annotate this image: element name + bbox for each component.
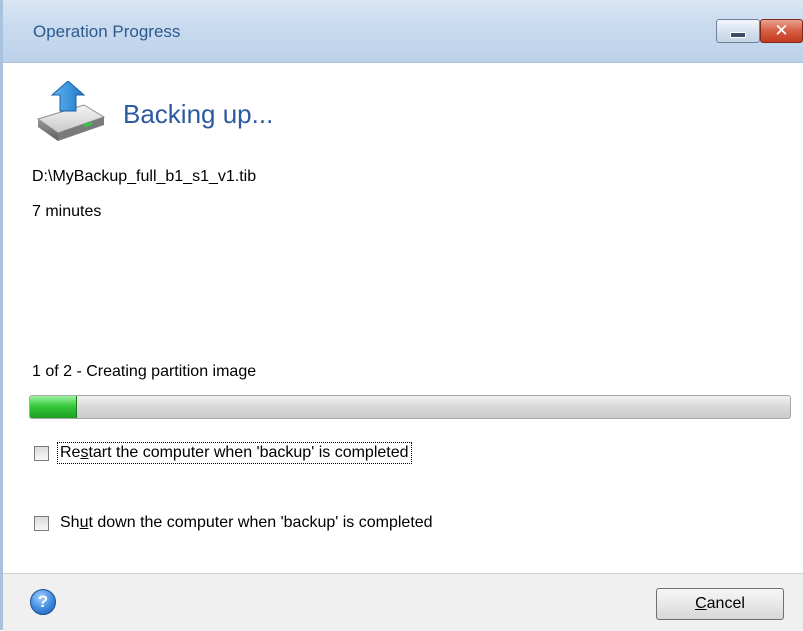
minimize-button[interactable]	[716, 19, 760, 43]
operation-heading: Backing up...	[123, 99, 274, 129]
dialog-footer: ? Cancel	[3, 573, 803, 631]
progress-bar-fill	[30, 396, 77, 418]
cancel-button[interactable]: Cancel	[656, 588, 784, 620]
progress-bar	[29, 395, 791, 419]
minimize-icon	[730, 32, 746, 38]
restart-option[interactable]: Restart the computer when 'backup' is co…	[34, 442, 412, 464]
shutdown-label[interactable]: Shut down the computer when 'backup' is …	[58, 513, 435, 533]
backup-drive-upload-icon	[36, 81, 106, 141]
restart-label[interactable]: Restart the computer when 'backup' is co…	[57, 442, 412, 464]
title-bar[interactable]: Operation Progress ✕	[3, 0, 803, 63]
shutdown-option[interactable]: Shut down the computer when 'backup' is …	[34, 513, 435, 533]
dialog-content: Backing up... D:\MyBackup_full_b1_s1_v1.…	[3, 63, 803, 573]
window-title: Operation Progress	[33, 22, 181, 41]
close-icon: ✕	[774, 21, 789, 40]
shutdown-checkbox[interactable]	[34, 515, 49, 531]
restart-checkbox[interactable]	[34, 445, 49, 461]
operation-progress-dialog: Operation Progress ✕ Backing up... D:\My…	[0, 0, 803, 631]
close-button[interactable]: ✕	[760, 19, 803, 43]
time-remaining: 7 minutes	[32, 203, 102, 220]
help-icon[interactable]: ?	[30, 589, 56, 615]
backup-file-path: D:\MyBackup_full_b1_s1_v1.tib	[32, 168, 257, 185]
step-status: 1 of 2 - Creating partition image	[32, 363, 257, 380]
